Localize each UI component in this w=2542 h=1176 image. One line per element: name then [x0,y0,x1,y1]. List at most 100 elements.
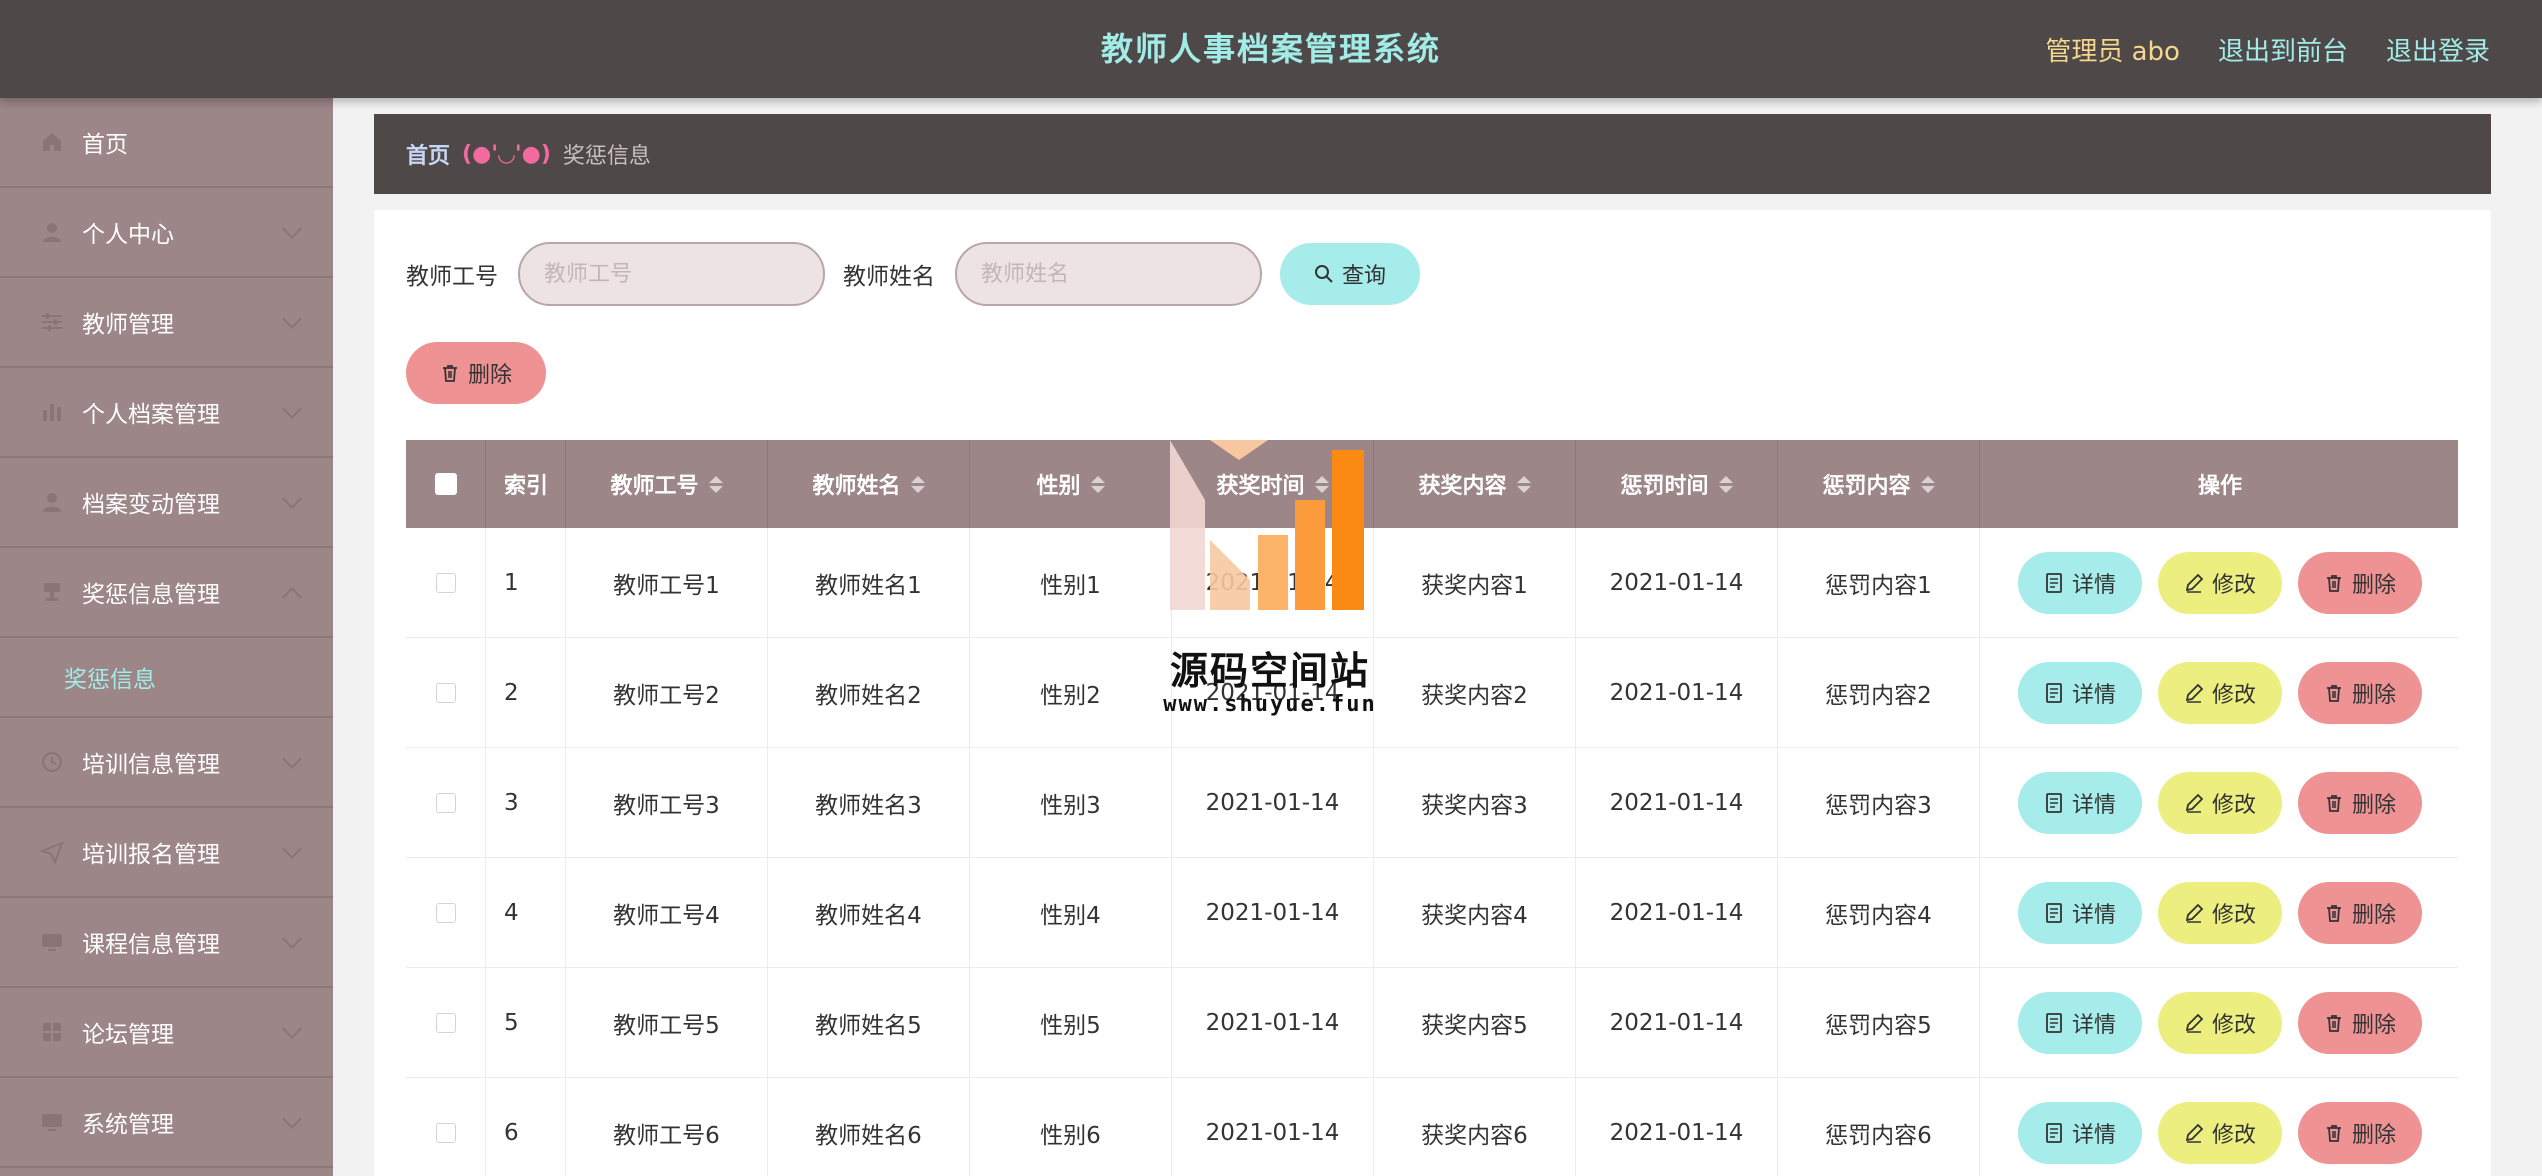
detail-button-label: 详情 [2071,1122,2116,1148]
trophy-icon [38,578,66,606]
header-teacher-name[interactable]: 教师姓名 [768,440,970,528]
cell-penalty-content: 惩罚内容1 [1778,528,1980,637]
header-gender[interactable]: 性别 [970,440,1172,528]
chevron-down-icon [282,1109,302,1129]
header-penalty-content[interactable]: 惩罚内容 [1778,440,1980,528]
row-checkbox[interactable] [435,682,456,703]
sidebar-item-rewards-management[interactable]: 奖惩信息管理 [0,548,333,638]
sidebar-item-training-signup[interactable]: 培训报名管理 [0,808,333,898]
header-award-time[interactable]: 获奖时间 [1172,440,1374,528]
sidebar-item-forum[interactable]: 论坛管理 [0,988,333,1078]
delete-button-label: 删除 [2351,1012,2396,1038]
delete-button[interactable]: 删除 [2298,1101,2422,1164]
table-row: 4 教师工号4 教师姓名4 性别4 2021-01-14 获奖内容4 2021-01-14 惩… [406,858,2458,968]
detail-button[interactable]: 详情 [2018,551,2142,614]
sidebar-item-training-info[interactable]: 培训信息管理 [0,718,333,808]
sidebar-item-label: 课程信息管理 [82,932,220,958]
select-all-checkbox[interactable] [434,473,457,495]
chevron-down-icon [282,309,302,329]
sort-icon[interactable] [1314,475,1329,493]
trash-icon [2324,1013,2344,1033]
front-page-link[interactable]: 退出到前台 [2218,31,2348,68]
chevron-down-icon [282,929,302,949]
delete-button[interactable]: 删除 [2298,771,2422,834]
pencil-icon [2184,573,2204,593]
detail-button-label: 详情 [2071,682,2116,708]
detail-button[interactable]: 详情 [2018,661,2142,724]
batch-delete-button[interactable]: 删除 [406,342,546,404]
pencil-icon [2184,903,2204,923]
header-label: 索引 [504,474,549,499]
bar-chart-icon [38,398,66,426]
delete-button[interactable]: 删除 [2298,991,2422,1054]
cell-gender: 性别2 [970,638,1172,747]
header-award-content[interactable]: 获奖内容 [1374,440,1576,528]
delete-button[interactable]: 删除 [2298,661,2422,724]
row-checkbox[interactable] [435,792,456,813]
sidebar-item-teacher-management[interactable]: 教师管理 [0,278,333,368]
query-button[interactable]: 查询 [1280,243,1420,305]
sidebar-item-label: 个人中心 [82,222,174,248]
cell-penalty-content: 惩罚内容4 [1778,858,1980,967]
cell-penalty-content: 惩罚内容3 [1778,748,1980,857]
teacher-name-input[interactable] [955,242,1262,306]
detail-button[interactable]: 详情 [2018,1101,2142,1164]
detail-button[interactable]: 详情 [2018,991,2142,1054]
cell-penalty-content: 惩罚内容5 [1778,968,1980,1077]
header-label: 操作 [2197,474,2242,499]
delete-button[interactable]: 删除 [2298,881,2422,944]
breadcrumb-separator: (●'◡'●) [462,141,551,167]
row-checkbox[interactable] [435,902,456,923]
sidebar-item-archive-change[interactable]: 档案变动管理 [0,458,333,548]
chevron-down-icon [282,749,302,769]
delete-button-label: 删除 [2351,792,2396,818]
row-checkbox[interactable] [435,1012,456,1033]
edit-button[interactable]: 修改 [2158,771,2282,834]
sidebar-item-home[interactable]: 首页 [0,98,333,188]
header-penalty-time[interactable]: 惩罚时间 [1576,440,1778,528]
header-teacher-id[interactable]: 教师工号 [566,440,768,528]
logout-link[interactable]: 退出登录 [2386,31,2490,68]
chevron-down-icon [282,219,302,239]
cell-actions: 详情 修改 删除 [1980,748,2460,857]
detail-button[interactable]: 详情 [2018,881,2142,944]
sort-icon[interactable] [1920,475,1935,493]
sort-icon[interactable] [708,475,723,493]
delete-button[interactable]: 删除 [2298,551,2422,614]
edit-button[interactable]: 修改 [2158,881,2282,944]
sidebar-subitem-label: 奖惩信息 [64,667,156,693]
cell-teacher-name: 教师姓名5 [768,968,970,1077]
sidebar-item-personal-center[interactable]: 个人中心 [0,188,333,278]
edit-button[interactable]: 修改 [2158,991,2282,1054]
header-label: 惩罚内容 [1822,474,1911,499]
sort-icon[interactable] [1718,475,1733,493]
cell-penalty-time: 2021-01-14 [1576,748,1778,857]
sidebar-item-label: 首页 [82,132,128,158]
sidebar-item-personal-archive[interactable]: 个人档案管理 [0,368,333,458]
row-checkbox[interactable] [435,1122,456,1143]
row-select-cell [406,528,486,637]
edit-button[interactable]: 修改 [2158,661,2282,724]
sort-icon[interactable] [1090,475,1105,493]
breadcrumb-home[interactable]: 首页 [406,138,450,170]
sort-icon[interactable] [910,475,925,493]
cell-actions: 详情 修改 删除 [1980,858,2460,967]
row-checkbox[interactable] [435,572,456,593]
sidebar-item-system[interactable]: 系统管理 [0,1078,333,1168]
sort-icon[interactable] [1516,475,1531,493]
cell-teacher-name: 教师姓名6 [768,1078,970,1176]
edit-button-label: 修改 [2211,1012,2256,1038]
teacher-id-input[interactable] [518,242,825,306]
row-select-cell [406,858,486,967]
row-actions: 详情 修改 删除 [2018,661,2422,724]
cell-teacher-id: 教师工号5 [566,968,768,1077]
sidebar-item-course-info[interactable]: 课程信息管理 [0,898,333,988]
edit-button[interactable]: 修改 [2158,1101,2282,1164]
edit-button[interactable]: 修改 [2158,551,2282,614]
pencil-icon [2184,1123,2204,1143]
sidebar-subitem-rewards[interactable]: 奖惩信息 [0,638,333,718]
detail-button[interactable]: 详情 [2018,771,2142,834]
header-label: 性别 [1036,474,1081,499]
user-icon [38,488,66,516]
chevron-down-icon [282,399,302,419]
